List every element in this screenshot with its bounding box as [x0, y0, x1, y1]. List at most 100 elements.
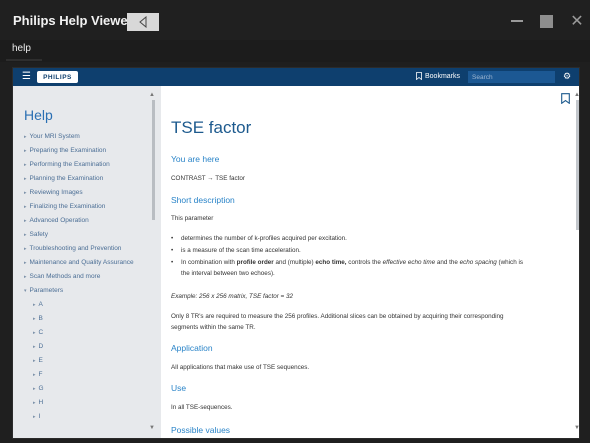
bullet-icon: ▸	[24, 134, 27, 140]
sidebar-item-label: Reviewing Images	[29, 189, 83, 196]
list-item-text-g: and the	[435, 259, 460, 266]
sidebar-item-label: Parameters	[29, 287, 64, 294]
search-input[interactable]	[468, 71, 555, 83]
bookmarks-link[interactable]: Bookmarks	[416, 72, 460, 80]
sidebar-item-scan-methods[interactable]: ▸ Scan Methods and more	[24, 273, 100, 280]
minimize-icon	[511, 20, 523, 22]
minimize-button[interactable]	[508, 12, 526, 30]
sidebar-subitem-label: G	[38, 385, 44, 392]
bullet-icon: ▸	[24, 176, 27, 182]
title-bar: Philips Help Viewer ✕	[0, 0, 590, 40]
list-item-text: determines the number of k-profiles acqu…	[181, 235, 347, 242]
tab-underline	[6, 59, 42, 61]
sidebar-subitem-d[interactable]: ▸ D	[33, 343, 43, 350]
paragraph-line-1: Only 8 TR's are required to measure the …	[171, 313, 504, 320]
bullet-icon: ▸	[33, 316, 36, 322]
sidebar-subitem-i[interactable]: ▸ I	[33, 413, 40, 420]
sidebar-item-label: Advanced Operation	[29, 217, 89, 224]
sidebar-subitem-a[interactable]: ▸ A	[33, 301, 43, 308]
bullet-icon: ▸	[33, 414, 36, 420]
close-button[interactable]: ✕	[568, 12, 586, 30]
expanded-bullet-icon: ▾	[24, 288, 27, 294]
sidebar-item-label: Performing the Examination	[29, 161, 110, 168]
top-navigation-bar: ☰ PHILIPS Bookmarks ⚙	[13, 68, 579, 86]
sidebar-subitem-e[interactable]: ▸ E	[33, 357, 43, 364]
bullet-icon: ▸	[24, 232, 27, 238]
sidebar-scrollbar-thumb[interactable]	[152, 100, 155, 220]
short-description-intro: This parameter	[171, 215, 214, 222]
bullet-icon: ▸	[24, 162, 27, 168]
help-viewer-window: Philips Help Viewer ✕ help ☰ PHILIPS Boo…	[0, 0, 590, 443]
sidebar-scroll-down-arrow[interactable]: ▼	[149, 425, 155, 431]
use-text: In all TSE-sequences.	[171, 404, 233, 411]
bullet-icon: ▸	[24, 204, 27, 210]
tab-help[interactable]: help	[12, 43, 31, 54]
content-pane: ▲ ▼ TSE factor You are here CONTRAST → T…	[161, 86, 579, 438]
example-text: Example: 256 x 256 matrix, TSE factor = …	[171, 292, 293, 302]
sidebar-subitem-f[interactable]: ▸ F	[33, 371, 43, 378]
sidebar-item-label: Maintenance and Quality Assurance	[29, 259, 134, 266]
sidebar-scroll-up-arrow[interactable]: ▲	[149, 92, 155, 98]
add-bookmark-icon[interactable]	[561, 93, 570, 104]
bullet-icon: ▸	[33, 302, 36, 308]
sidebar-item-maintenance[interactable]: ▸ Maintenance and Quality Assurance	[24, 259, 134, 266]
sidebar-subitem-label: C	[38, 329, 44, 336]
list-item: • is a measure of the scan time accelerat…	[171, 247, 301, 254]
bullet-icon: ▸	[24, 274, 27, 280]
echo-time-term: echo time,	[315, 259, 347, 266]
bullet-icon: ▸	[33, 386, 36, 392]
list-item-text-c: and (multiple)	[273, 259, 316, 266]
bullet-icon: ▸	[33, 372, 36, 378]
sidebar-item-label: Planning the Examination	[29, 175, 104, 182]
bullet-icon: ▸	[24, 218, 27, 224]
hamburger-menu-icon[interactable]: ☰	[22, 71, 31, 82]
sidebar-item-label: Finalizing the Examination	[29, 203, 106, 210]
content-scroll-up-arrow[interactable]: ▲	[574, 92, 579, 98]
sidebar-subitem-g[interactable]: ▸ G	[33, 385, 44, 392]
application-text: All applications that make use of TSE se…	[171, 364, 310, 371]
sidebar-subitem-h[interactable]: ▸ H	[33, 399, 43, 406]
list-item-continuation: the interval between two echoes).	[181, 269, 275, 277]
sidebar-navigation: ▲ ▼ Help ▸ Your MRI System ▸ Preparing the…	[13, 86, 161, 438]
settings-gear-icon[interactable]: ⚙	[563, 71, 571, 82]
sidebar-item-finalizing[interactable]: ▸ Finalizing the Examination	[24, 203, 105, 210]
sidebar-item-parameters[interactable]: ▾ Parameters	[24, 287, 63, 294]
close-icon: ✕	[570, 13, 584, 30]
bookmarks-label: Bookmarks	[425, 72, 461, 80]
sidebar-item-label: Preparing the Examination	[29, 147, 107, 154]
sidebar-heading: Help	[24, 107, 53, 123]
back-arrow-icon	[139, 16, 147, 28]
app-title: Philips Help Viewer	[13, 13, 133, 28]
sidebar-item-your-mri-system[interactable]: ▸ Your MRI System	[24, 133, 80, 140]
sidebar-item-advanced[interactable]: ▸ Advanced Operation	[24, 217, 89, 224]
sidebar-subitem-c[interactable]: ▸ C	[33, 329, 43, 336]
effective-echo-time-term: effective echo time	[382, 259, 436, 266]
sidebar-item-performing[interactable]: ▸ Performing the Examination	[24, 161, 110, 168]
bullet-icon: ▸	[24, 260, 27, 266]
short-description-heading: Short description	[171, 195, 235, 205]
list-item-text-i: (which is	[496, 259, 523, 266]
application-heading: Application	[171, 343, 213, 353]
sidebar-subitem-label: I	[38, 413, 41, 420]
back-button[interactable]	[127, 13, 159, 31]
content-scroll-down-arrow[interactable]: ▼	[574, 425, 579, 431]
sidebar-subitem-label: D	[38, 343, 44, 350]
sidebar-subitem-label: F	[38, 371, 43, 378]
sidebar-item-troubleshooting[interactable]: ▸ Troubleshooting and Prevention	[24, 245, 121, 252]
sidebar-item-label: Scan Methods and more	[29, 273, 101, 280]
sidebar-item-label: Safety	[29, 231, 48, 238]
you-are-here-heading: You are here	[171, 154, 220, 164]
sidebar-item-planning[interactable]: ▸ Planning the Examination	[24, 175, 103, 182]
maximize-button[interactable]	[537, 12, 555, 30]
sidebar-item-safety[interactable]: ▸ Safety	[24, 231, 48, 238]
sidebar-item-reviewing[interactable]: ▸ Reviewing Images	[24, 189, 83, 196]
possible-values-heading: Possible values	[171, 425, 231, 435]
breadcrumb: CONTRAST → TSE factor	[171, 175, 245, 182]
sidebar-item-preparing[interactable]: ▸ Preparing the Examination	[24, 147, 106, 154]
sidebar-item-label: Your MRI System	[29, 133, 80, 140]
help-viewer-frame: ☰ PHILIPS Bookmarks ⚙ ▲ ▼ Help ▸Your MRI…	[12, 67, 580, 439]
sidebar-subitem-label: H	[38, 399, 44, 406]
sidebar-subitem-b[interactable]: ▸ B	[33, 315, 43, 322]
sidebar-subitem-label: A	[38, 301, 43, 308]
content-scrollbar-thumb[interactable]	[576, 100, 579, 230]
